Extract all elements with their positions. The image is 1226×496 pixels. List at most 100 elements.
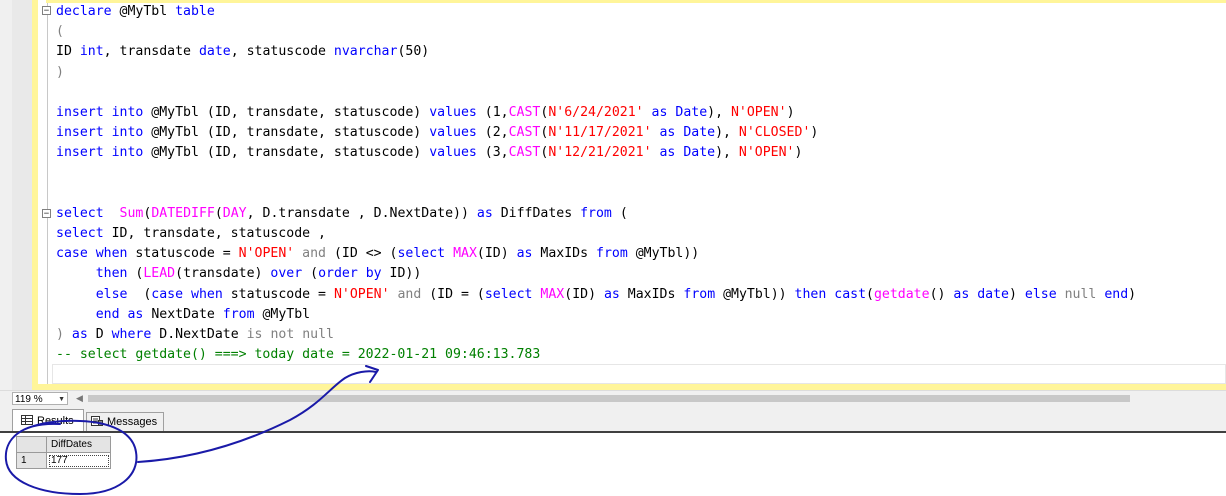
code-token: order [318, 266, 358, 282]
code-token: ), [715, 145, 739, 161]
code-token: getdate [873, 286, 930, 302]
code-line[interactable]: insert into @MyTbl (ID, transdate, statu… [56, 143, 1136, 163]
code-line[interactable]: ) [56, 63, 1136, 83]
code-token: insert [56, 145, 104, 161]
code-line[interactable]: ) as D where D.NextDate is not null [56, 325, 1136, 345]
code-token: @MyTbl)) [627, 246, 700, 262]
grid-corner-cell[interactable] [16, 436, 47, 453]
query-editor[interactable]: − − declare @MyTbl table (ID int, transda… [0, 0, 1226, 390]
code-token: N'11/17/2021' [548, 125, 652, 141]
code-token: table [175, 4, 215, 19]
code-line[interactable]: ID int, transdate date, statuscode nvarc… [56, 42, 1136, 62]
current-line-highlight [52, 364, 1226, 384]
code-token: where [111, 327, 152, 342]
chevron-down-icon: ▼ [58, 396, 65, 403]
code-token: statuscode = [222, 286, 334, 302]
collapse-icon[interactable]: − [42, 209, 51, 219]
code-token: insert [56, 104, 104, 120]
code-token: , D.transdate , D.NextDate)) [246, 205, 477, 221]
tab-messages[interactable]: Messages [86, 412, 164, 431]
column-header[interactable]: DiffDates [46, 436, 111, 453]
zoom-select[interactable]: 119 % ▼ [12, 392, 68, 405]
code-line[interactable]: insert into @MyTbl (ID, transdate, statu… [56, 103, 1136, 123]
code-line[interactable]: then (LEAD(transdate) over (order by ID)… [56, 264, 1136, 284]
scroll-left-icon[interactable]: ◀ [76, 393, 83, 404]
code-token: as [953, 286, 970, 302]
code-token: DiffDates [492, 205, 581, 221]
scrollbar-thumb[interactable] [88, 395, 1130, 402]
code-token: by [365, 266, 382, 282]
code-token: NextDate [143, 306, 223, 322]
code-token: when [191, 286, 223, 302]
code-token: over [270, 266, 303, 282]
code-token: N'6/24/2021' [548, 104, 644, 120]
row-number[interactable]: 1 [16, 452, 47, 469]
code-line[interactable]: -- select getdate() ===> today date = 20… [56, 345, 1136, 365]
code-token: (2, [476, 125, 509, 141]
code-token: Date [675, 104, 708, 120]
tab-messages-label: Messages [107, 416, 158, 428]
code-token: D [87, 327, 112, 342]
code-token: ( [127, 266, 144, 282]
code-line[interactable]: declare @MyTbl table [56, 2, 1136, 22]
code-token: @MyTbl [254, 306, 311, 322]
code-token: end [1104, 286, 1129, 302]
tab-results[interactable]: Results [12, 409, 84, 431]
code-token: into [111, 145, 144, 161]
code-line[interactable]: ( [56, 22, 1136, 42]
code-token: () [929, 286, 954, 302]
code-token: select [56, 205, 104, 221]
code-token: and [302, 246, 326, 262]
grid-icon [21, 415, 33, 425]
collapse-icon[interactable]: − [42, 6, 51, 16]
code-token: N'CLOSED' [738, 125, 811, 141]
code-token: ( [302, 266, 319, 282]
code-line[interactable] [56, 164, 1136, 184]
code-token: N'OPEN' [238, 246, 295, 262]
table-row[interactable]: 1 177 [16, 452, 111, 469]
code-line[interactable] [56, 184, 1136, 204]
code-line[interactable]: insert into @MyTbl (ID, transdate, statu… [56, 123, 1136, 143]
code-line[interactable]: select Sum(DATEDIFF(DAY, D.transdate , D… [56, 204, 1136, 224]
code-token: nvarchar [333, 44, 398, 60]
results-tabbar [0, 406, 1226, 432]
code-line[interactable]: end as NextDate from @MyTbl [56, 305, 1136, 325]
code-token: when [95, 246, 128, 262]
code-line[interactable]: else (case when statuscode = N'OPEN' and… [56, 285, 1136, 305]
code-token: declare [56, 4, 112, 19]
code-token: values [429, 104, 477, 120]
code-token: else [1024, 286, 1057, 302]
code-line[interactable] [56, 83, 1136, 103]
result-cell[interactable]: 177 [46, 452, 111, 469]
results-grid[interactable]: DiffDates 1 177 [16, 436, 111, 469]
code-token: as [659, 125, 676, 141]
code-line[interactable]: select ID, transdate, statuscode , [56, 224, 1136, 244]
code-token: from [683, 286, 716, 302]
code-line[interactable]: case when statuscode = N'OPEN' and (ID <… [56, 244, 1136, 264]
code-token: CAST [508, 125, 541, 141]
code-token: not [270, 327, 295, 342]
code-token: ( [611, 205, 628, 221]
code-token: as [127, 306, 144, 322]
code-token: select [484, 286, 533, 302]
code-token: ( [127, 286, 152, 302]
code-token: select [397, 246, 446, 262]
code-token: from [596, 246, 628, 262]
grid-header-row: DiffDates [16, 436, 111, 453]
code-token: @MyTbl [111, 4, 176, 19]
code-token: (ID) [564, 286, 604, 302]
code-token: (ID <> ( [326, 246, 398, 262]
code-token: values [429, 125, 477, 141]
code-token: date [198, 44, 231, 60]
code-token: null [1064, 286, 1097, 302]
code-token: (transdate) [175, 266, 271, 282]
code-token: is [246, 327, 263, 342]
sql-code[interactable]: declare @MyTbl table (ID int, transdate d… [56, 2, 1136, 386]
